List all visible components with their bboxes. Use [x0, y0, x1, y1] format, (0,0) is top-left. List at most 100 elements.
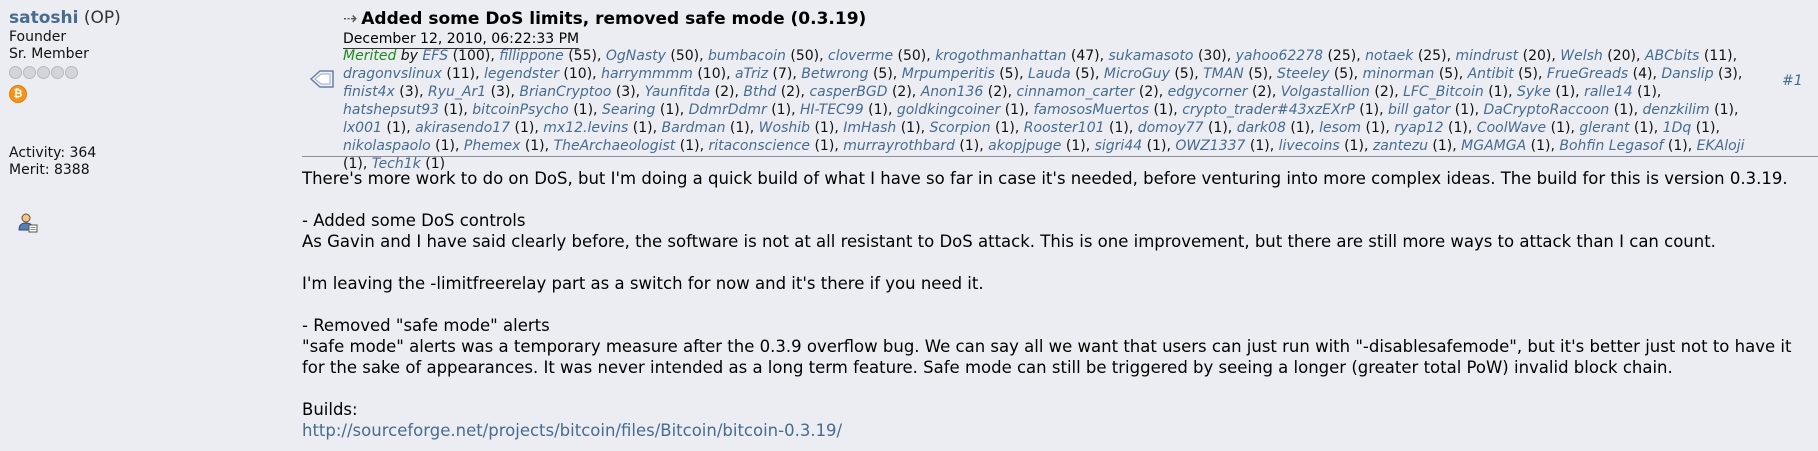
merit-user-link[interactable]: Steeley [1277, 66, 1329, 82]
merit-user-link[interactable]: Phemex [464, 138, 520, 154]
merit-count: (2) [714, 84, 735, 100]
merit-user-link[interactable]: yahoo62278 [1236, 48, 1323, 64]
merit-user-link[interactable]: ImHash [843, 120, 896, 136]
merit-user-link[interactable]: Antibit [1468, 66, 1514, 82]
merit-count: (7) [772, 66, 793, 82]
merit-user-link[interactable]: Yaunfitda [645, 84, 711, 100]
merit-user-link[interactable]: DdmrDdmr [689, 102, 767, 118]
merit-count: (2) [1374, 84, 1395, 100]
merit-user-link[interactable]: TheArchaeologist [554, 138, 676, 154]
merit-user-link[interactable]: ABCbits [1645, 48, 1700, 64]
merit-user-link[interactable]: EFS [422, 48, 448, 64]
merit-user-link[interactable]: Lauda [1028, 66, 1071, 82]
merit-count: (1) [1613, 102, 1634, 118]
merit-count: (1) [524, 138, 545, 154]
merit-user-link[interactable]: casperBGD [809, 84, 887, 100]
merit-user-link[interactable]: minorman [1363, 66, 1435, 82]
merit-user-link[interactable]: Syke [1517, 84, 1551, 100]
merit-user-link[interactable]: sigri44 [1095, 138, 1143, 154]
merit-count: (1) [1004, 102, 1025, 118]
merit-count: (30) [1197, 48, 1227, 64]
merit-user-link[interactable]: lesom [1319, 120, 1361, 136]
merit-user-link[interactable]: EKAloji [1697, 138, 1745, 154]
merit-user-link[interactable]: aTriz [735, 66, 768, 82]
merit-user-link[interactable]: TMAN [1203, 66, 1244, 82]
merit-user-link[interactable]: nikolaspaolo [343, 138, 431, 154]
merit-user-link[interactable]: legendster [484, 66, 559, 82]
poster-name-link[interactable]: satoshi [9, 8, 78, 28]
merited-by-list: Merited by EFS (100), fillippone (55), O… [343, 48, 1745, 172]
merit-user-link[interactable]: Bohfin Legasof [1559, 138, 1663, 154]
star-icon [65, 66, 78, 79]
profile-icon[interactable] [17, 212, 39, 234]
merit-user-link[interactable]: MGAMGA [1461, 138, 1526, 154]
post-title-link[interactable]: Added some DoS limits, removed safe mode… [361, 9, 866, 29]
merit-count: (1) [1146, 138, 1167, 154]
merit-user-link[interactable]: BrianCryptoo [519, 84, 611, 100]
merit-user-link[interactable]: ralle14 [1584, 84, 1633, 100]
merit-user-link[interactable]: DaCryptoRaccoon [1483, 102, 1609, 118]
merit-user-link[interactable]: dragonvslinux [343, 66, 442, 82]
merit-user-link[interactable]: mindrust [1455, 48, 1518, 64]
merit-user-link[interactable]: Welsh [1560, 48, 1603, 64]
merit-user-link[interactable]: zantezu [1373, 138, 1428, 154]
merit-user-link[interactable]: mx12.levins [543, 120, 628, 136]
merit-user-link[interactable]: Anon136 [921, 84, 984, 100]
merit-user-link[interactable]: Betwrong [801, 66, 868, 82]
merit-user-link[interactable]: cinnamon_carter [1017, 84, 1135, 100]
merit-user-link[interactable]: dark08 [1237, 120, 1286, 136]
merit-user-link[interactable]: OgNasty [606, 48, 666, 64]
merit-user-link[interactable]: hatshepsut93 [343, 102, 439, 118]
merit-user-link[interactable]: Rooster101 [1024, 120, 1105, 136]
merit-user-link[interactable]: Searing [602, 102, 655, 118]
post-number-link[interactable]: #1 [1782, 73, 1803, 89]
merit-user-link[interactable]: bill gator [1388, 102, 1450, 118]
merit-user-link[interactable]: Volgastallion [1281, 84, 1370, 100]
merit-user-link[interactable]: Mrpumperitis [902, 66, 995, 82]
merit-user-link[interactable]: glerant [1579, 120, 1629, 136]
builds-link[interactable]: http://sourceforge.net/projects/bitcoin/… [302, 421, 842, 440]
merit-user-link[interactable]: akirasendo17 [415, 120, 510, 136]
merit-user-link[interactable]: goldkingcoiner [897, 102, 1000, 118]
merit-user-link[interactable]: murrayrothbard [843, 138, 955, 154]
merit-user-link[interactable]: FrueGreads [1547, 66, 1628, 82]
merit-user-link[interactable]: ryap12 [1394, 120, 1443, 136]
merit-user-link[interactable]: bumbacoin [708, 48, 786, 64]
merit-user-link[interactable]: Ryu_Ar1 [428, 84, 486, 100]
merit-user-link[interactable]: cloverme [828, 48, 893, 64]
merit-user-link[interactable]: notaek [1365, 48, 1413, 64]
merit-user-link[interactable]: domoy77 [1138, 120, 1204, 136]
merit-user-link[interactable]: Scorpion [929, 120, 990, 136]
merit-count: (20) [1522, 48, 1552, 64]
merit-user-link[interactable]: akopjpuge [988, 138, 1061, 154]
merit-count: (3) [490, 84, 511, 100]
merit-user-link[interactable]: bitcoinPsycho [472, 102, 568, 118]
merit-user-link[interactable]: HI-TEC99 [800, 102, 864, 118]
merit-count: (1) [1637, 84, 1657, 100]
merit-user-link[interactable]: LFC_Bitcoin [1403, 84, 1484, 100]
merit-count: (1) [729, 120, 750, 136]
merit-user-link[interactable]: CoolWave [1477, 120, 1546, 136]
merit-user-link[interactable]: sukamasoto [1109, 48, 1194, 64]
merit-user-link[interactable]: Bardman [662, 120, 726, 136]
merit-count: (1) [632, 120, 653, 136]
merit-user-link[interactable]: Bthd [743, 84, 776, 100]
merit-user-link[interactable]: livecoins [1279, 138, 1340, 154]
merit-user-link[interactable]: denzkilim [1643, 102, 1710, 118]
merit-user-link[interactable]: 1Dq [1663, 120, 1692, 136]
merit-user-link[interactable]: MicroGuy [1104, 66, 1170, 82]
merit-user-link[interactable]: ritaconscience [708, 138, 810, 154]
merit-user-link[interactable]: fillippone [499, 48, 564, 64]
op-tag: (OP) [83, 8, 121, 28]
merit-user-link[interactable]: harrymmmm [601, 66, 693, 82]
merit-user-link[interactable]: lx001 [343, 120, 382, 136]
merit-user-link[interactable]: edgycorner [1168, 84, 1248, 100]
bitcoin-coin-icon [9, 85, 27, 103]
merit-user-link[interactable]: krogothmanhattan [935, 48, 1066, 64]
merit-user-link[interactable]: Woshib [759, 120, 810, 136]
merit-user-link[interactable]: finist4x [343, 84, 395, 100]
merit-user-link[interactable]: crypto_trader#43xzEXrP [1182, 102, 1355, 118]
merit-user-link[interactable]: OWZ1337 [1175, 138, 1245, 154]
merit-user-link[interactable]: Danslip [1661, 66, 1713, 82]
merit-user-link[interactable]: famososMuertos [1033, 102, 1149, 118]
